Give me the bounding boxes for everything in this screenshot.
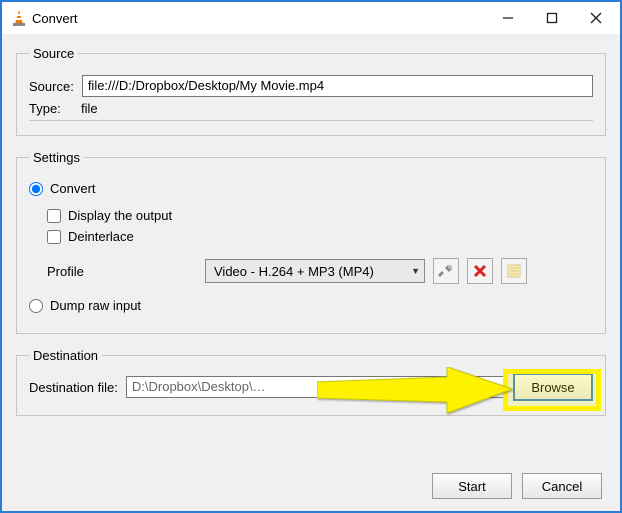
dump-raw-label: Dump raw input xyxy=(50,298,141,313)
profile-label: Profile xyxy=(47,264,197,279)
browse-button[interactable]: Browse xyxy=(513,373,593,401)
destination-file-label: Destination file: xyxy=(29,380,118,395)
client-area: Source Source: file:///D:/Dropbox/Deskto… xyxy=(2,34,620,511)
deinterlace-label: Deinterlace xyxy=(68,229,134,244)
delete-icon xyxy=(472,263,488,279)
convert-radio-label: Convert xyxy=(50,181,96,196)
display-output-checkbox[interactable]: Display the output xyxy=(47,208,593,223)
convert-radio-input[interactable] xyxy=(29,182,43,196)
deinterlace-checkbox[interactable]: Deinterlace xyxy=(47,229,593,244)
close-button[interactable] xyxy=(574,3,618,33)
deinterlace-checkbox-input[interactable] xyxy=(47,230,61,244)
type-label: Type: xyxy=(29,101,73,116)
display-output-checkbox-input[interactable] xyxy=(47,209,61,223)
maximize-button[interactable] xyxy=(530,3,574,33)
delete-profile-button[interactable] xyxy=(467,258,493,284)
tools-icon xyxy=(438,263,454,279)
destination-legend: Destination xyxy=(29,348,102,363)
convert-radio[interactable]: Convert xyxy=(29,181,593,196)
destination-file-input[interactable]: D:\Dropbox\Desktop\… xyxy=(126,376,505,398)
source-input[interactable]: file:///D:/Dropbox/Desktop/My Movie.mp4 xyxy=(82,75,593,97)
type-value: file xyxy=(81,101,98,116)
start-button[interactable]: Start xyxy=(432,473,512,499)
edit-profile-button[interactable] xyxy=(433,258,459,284)
display-output-label: Display the output xyxy=(68,208,172,223)
vlc-icon xyxy=(10,9,28,27)
window-title: Convert xyxy=(28,11,486,26)
new-icon xyxy=(506,263,522,279)
profile-selected: Video - H.264 + MP3 (MP4) xyxy=(214,264,374,279)
dump-raw-radio-input[interactable] xyxy=(29,299,43,313)
cancel-button[interactable]: Cancel xyxy=(522,473,602,499)
destination-group: Destination Destination file: D:\Dropbox… xyxy=(16,348,606,416)
settings-legend: Settings xyxy=(29,150,84,165)
source-label: Source: xyxy=(29,79,74,94)
new-profile-button[interactable] xyxy=(501,258,527,284)
chevron-down-icon: ▼ xyxy=(411,266,420,276)
footer-buttons: Start Cancel xyxy=(16,467,606,501)
minimize-button[interactable] xyxy=(486,3,530,33)
dump-raw-radio[interactable]: Dump raw input xyxy=(29,298,593,313)
profile-combobox[interactable]: Video - H.264 + MP3 (MP4) ▼ xyxy=(205,259,425,283)
divider xyxy=(29,120,593,121)
settings-group: Settings Convert Display the output Dein… xyxy=(16,150,606,334)
titlebar: Convert xyxy=(2,2,620,34)
source-group: Source Source: file:///D:/Dropbox/Deskto… xyxy=(16,46,606,136)
source-legend: Source xyxy=(29,46,78,61)
